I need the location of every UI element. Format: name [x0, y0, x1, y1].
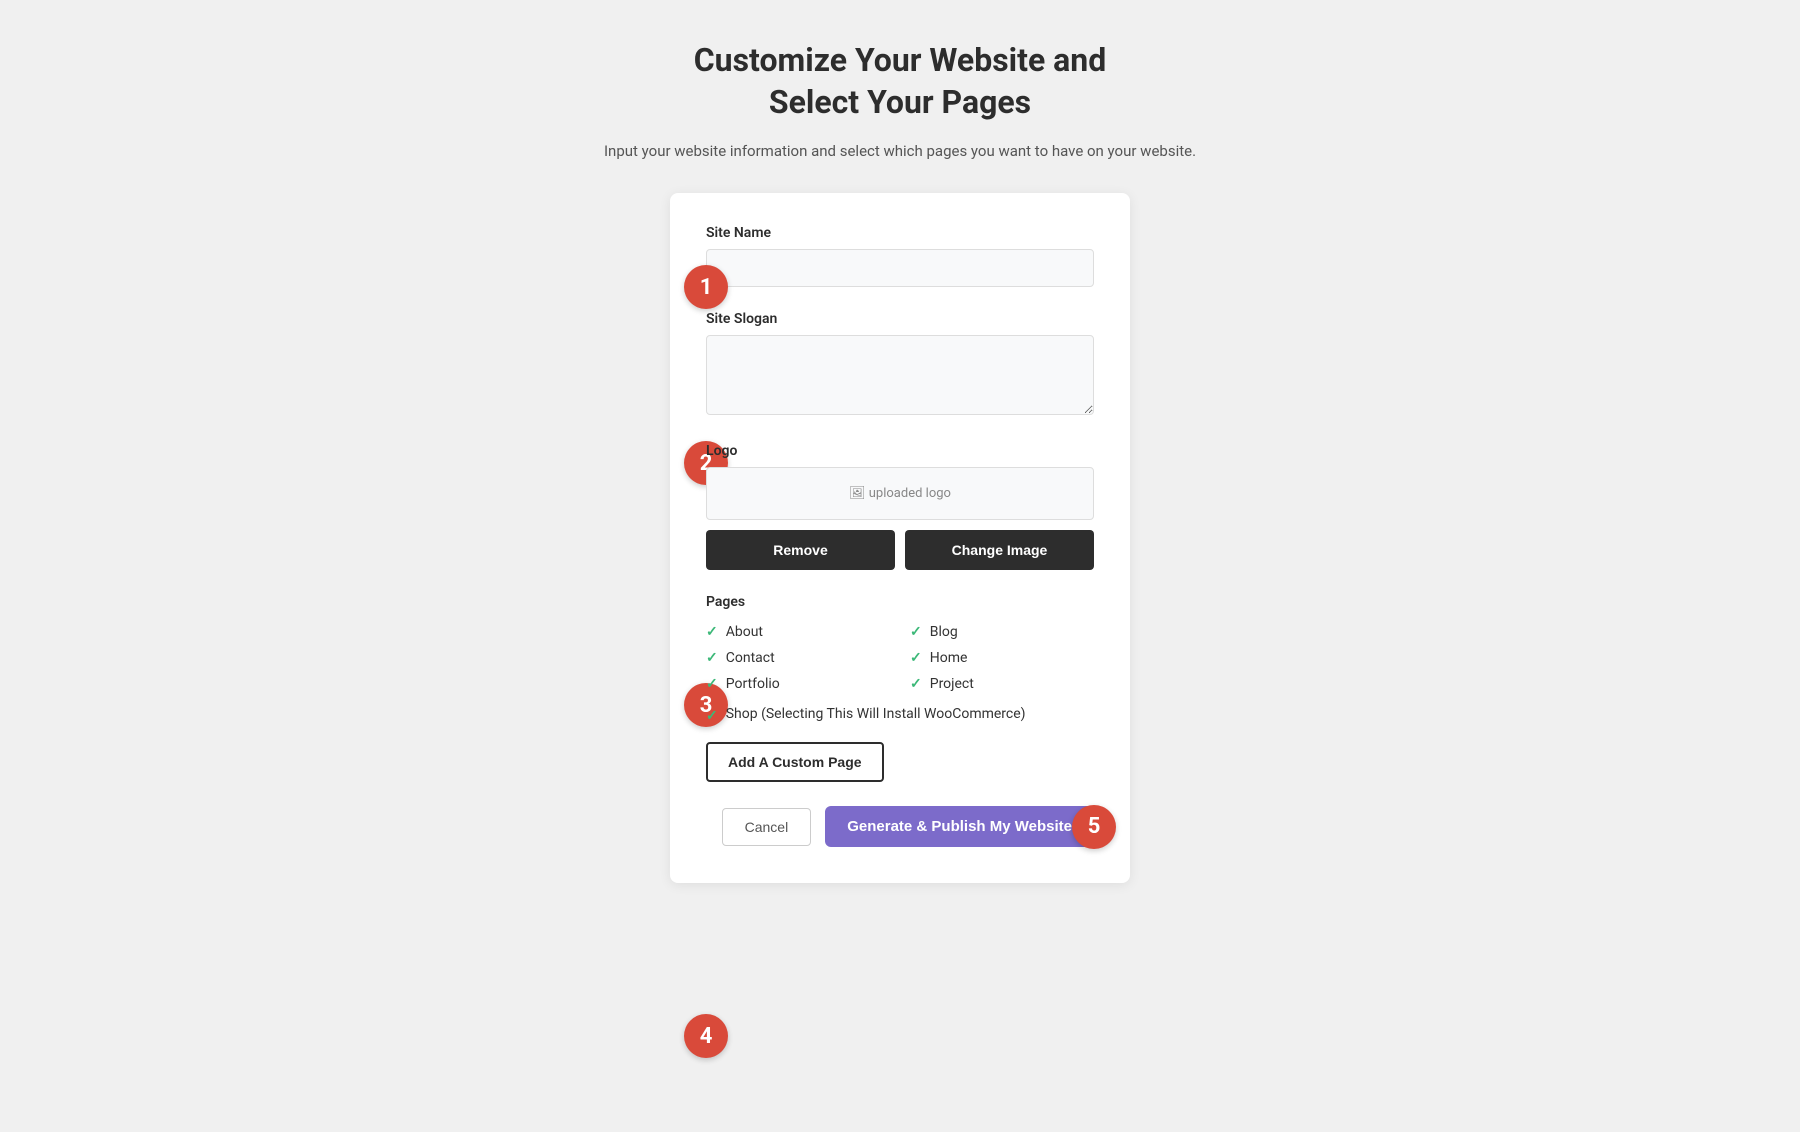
- page-item-home[interactable]: ✓ Home: [910, 650, 1094, 666]
- page-subtitle: Input your website information and selec…: [604, 139, 1196, 163]
- card-footer: Cancel Generate & Publish My Website 5: [706, 806, 1094, 847]
- logo-buttons: Remove Change Image: [706, 530, 1094, 570]
- site-name-group: 1 Site Name: [706, 225, 1094, 287]
- page-item-portfolio[interactable]: ✓ Portfolio: [706, 676, 890, 692]
- pages-label: Pages: [706, 594, 1094, 610]
- page-blog-label: Blog: [930, 624, 958, 640]
- change-image-button[interactable]: Change Image: [905, 530, 1094, 570]
- logo-preview: 🖼 uploaded logo: [706, 467, 1094, 520]
- pages-section: 4 Pages ✓ About ✓ Blog ✓ Contact ✓ Home: [706, 594, 1094, 782]
- step-4-badge: 4: [684, 1014, 728, 1058]
- page-home-label: Home: [930, 650, 968, 666]
- logo-label: Logo: [706, 443, 1094, 459]
- check-about-icon: ✓: [706, 624, 718, 640]
- site-slogan-label: Site Slogan: [706, 311, 1094, 327]
- site-slogan-group: 2 Site Slogan: [706, 311, 1094, 419]
- main-card: 1 Site Name 2 Site Slogan 3 Logo 🖼 uploa…: [670, 193, 1130, 883]
- page-item-blog[interactable]: ✓ Blog: [910, 624, 1094, 640]
- remove-button[interactable]: Remove: [706, 530, 895, 570]
- step-1-badge: 1: [684, 265, 728, 309]
- check-portfolio-icon: ✓: [706, 676, 718, 692]
- step-5-badge: 5: [1072, 805, 1116, 849]
- page-about-label: About: [726, 624, 763, 640]
- site-slogan-input[interactable]: [706, 335, 1094, 415]
- page-header: Customize Your Website and Select Your P…: [604, 40, 1196, 163]
- page-item-about[interactable]: ✓ About: [706, 624, 890, 640]
- page-item-shop[interactable]: ✓ Shop (Selecting This Will Install WooC…: [706, 706, 1094, 724]
- add-custom-page-button[interactable]: Add A Custom Page: [706, 742, 884, 782]
- check-project-icon: ✓: [910, 676, 922, 692]
- page-item-contact[interactable]: ✓ Contact: [706, 650, 890, 666]
- page-item-project[interactable]: ✓ Project: [910, 676, 1094, 692]
- check-blog-icon: ✓: [910, 624, 922, 640]
- site-name-input[interactable]: [706, 249, 1094, 287]
- pages-grid: ✓ About ✓ Blog ✓ Contact ✓ Home ✓ Portfo…: [706, 624, 1094, 692]
- page-project-label: Project: [930, 676, 974, 692]
- page-contact-label: Contact: [726, 650, 775, 666]
- cancel-button[interactable]: Cancel: [722, 808, 812, 846]
- check-contact-icon: ✓: [706, 650, 718, 666]
- check-home-icon: ✓: [910, 650, 922, 666]
- page-portfolio-label: Portfolio: [726, 676, 780, 692]
- page-title: Customize Your Website and Select Your P…: [604, 40, 1196, 123]
- logo-group: 3 Logo 🖼 uploaded logo Remove Change Ima…: [706, 443, 1094, 570]
- site-name-label: Site Name: [706, 225, 1094, 241]
- logo-preview-text: 🖼 uploaded logo: [849, 486, 951, 501]
- check-shop-icon: ✓: [706, 708, 718, 724]
- generate-publish-button[interactable]: Generate & Publish My Website: [825, 806, 1094, 847]
- page-shop-label: Shop (Selecting This Will Install WooCom…: [726, 706, 1026, 722]
